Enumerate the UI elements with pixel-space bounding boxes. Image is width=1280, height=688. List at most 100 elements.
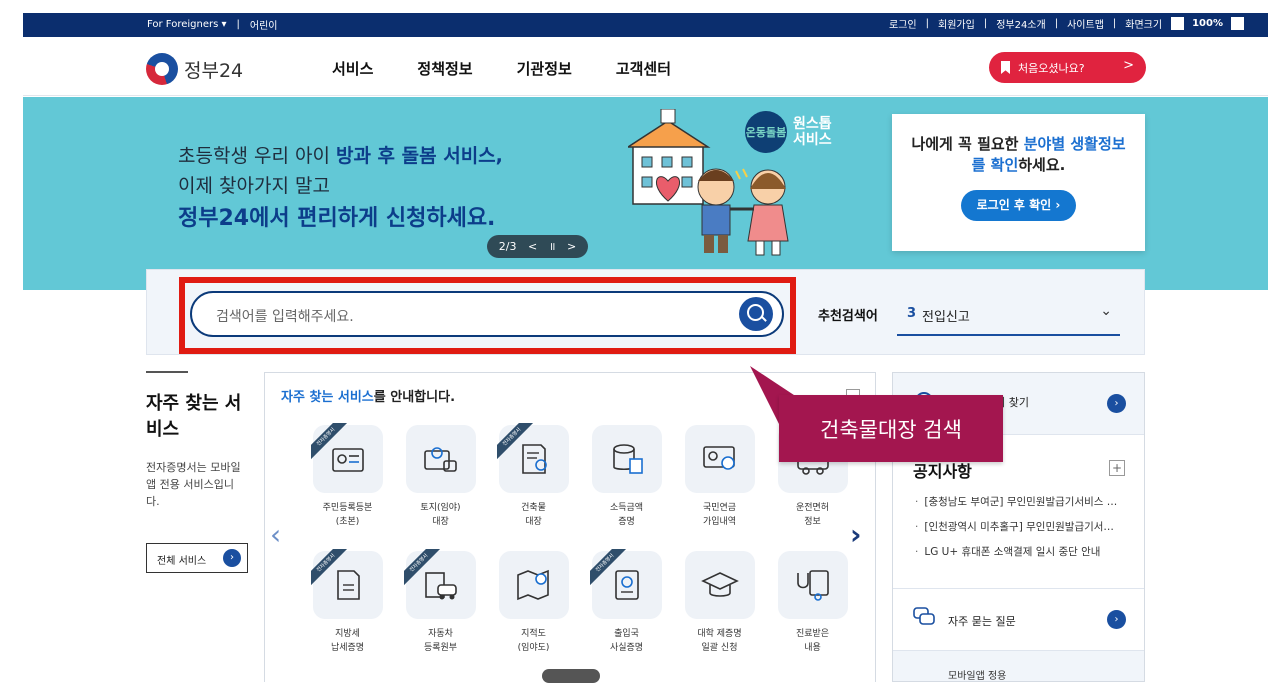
onestop-badge: 온동돌봄 원스톱 서비스 xyxy=(745,111,832,153)
service-tile[interactable]: 전자증명서 xyxy=(310,549,383,619)
divider: | xyxy=(236,19,240,30)
services-pager[interactable] xyxy=(542,669,600,683)
pager-count: 2/3 xyxy=(498,240,517,253)
pager-next-button[interactable]: > xyxy=(567,240,576,253)
service-tile[interactable] xyxy=(777,551,848,619)
service-label: 지적도 (임야도) xyxy=(517,629,550,653)
recommend-label: 추천검색어 xyxy=(818,309,878,324)
pager-pause-button[interactable]: ॥ xyxy=(549,239,556,254)
section-accent-line xyxy=(146,371,188,373)
service-item[interactable]: 전자증명서자동차 등록원부 xyxy=(394,549,487,669)
service-tile[interactable] xyxy=(684,551,755,619)
services-title: 자주 찾는 서비스를 안내합니다. xyxy=(281,386,455,405)
service-item[interactable]: 토지(임야) 대장 xyxy=(394,425,487,543)
chevron-down-icon: ⌄ xyxy=(1100,303,1112,319)
all-services-button[interactable]: 전체 서비스 › xyxy=(146,543,248,573)
service-label: 국민연금 가입내역 xyxy=(702,503,737,527)
logo-text: 정부24 xyxy=(184,59,244,82)
taeguk-logo-icon xyxy=(146,53,178,85)
service-item[interactable]: 전자증명서 출입국 사실증명 xyxy=(580,549,673,669)
e-certificate-ribbon: 전자증명서 xyxy=(589,549,630,589)
service-tile[interactable]: 전자증명서 xyxy=(310,423,383,493)
highlight-frame xyxy=(179,277,796,354)
mobile-app-link[interactable]: 모바일앱 정용 xyxy=(893,650,1144,682)
land-map-icon xyxy=(423,447,457,472)
kids-link[interactable]: 어린이 xyxy=(250,17,278,32)
recommend-keyword: 전입신고 xyxy=(922,310,970,325)
notice-item[interactable]: [인천광역시 미추홀구] 무인민원발급기서… xyxy=(913,519,1128,544)
signup-link[interactable]: 회원가입 xyxy=(938,16,975,31)
coins-doc-icon xyxy=(612,444,643,474)
services-grid: 전자증명서 주민등록등본 (초본) 토지(임야) 대장 전자증명서 건축물 대장 소득금액… xyxy=(301,423,861,669)
zoom-control: - 100% + xyxy=(1171,17,1244,30)
notice-item[interactable]: LG U+ 휴대폰 소액결제 일시 중단 안내 xyxy=(913,544,1128,569)
first-visit-button[interactable]: 처음오셨나요? > xyxy=(989,52,1146,83)
e-certificate-ribbon-label: 전자증명서 xyxy=(310,549,350,588)
login-link[interactable]: 로그인 xyxy=(889,16,917,31)
hero-line-1-text: 초등학생 우리 아이 xyxy=(178,145,336,167)
services-title-highlight: 자주 찾는 서비스 xyxy=(281,390,374,405)
service-tile[interactable] xyxy=(405,425,476,493)
login-check-button[interactable]: 로그인 후 확인 › xyxy=(961,190,1076,221)
onestop-line-2: 서비스 xyxy=(793,132,832,148)
hero-line-1-highlight: 방과 후 돌봄 서비스, xyxy=(335,145,503,167)
e-certificate-ribbon: 전자증명서 xyxy=(310,549,351,589)
zoom-value: 100% xyxy=(1192,18,1223,29)
nav-policy[interactable]: 정책정보 xyxy=(417,58,472,79)
faq-link[interactable]: 자주 묻는 질문 › xyxy=(893,588,1144,650)
recommend-keyword-select[interactable]: 3 전입신고 ⌄ xyxy=(897,296,1120,336)
life-info-text-2: 하세요. xyxy=(1018,156,1066,174)
service-item[interactable]: 대학 제증명 일괄 신청 xyxy=(673,551,766,669)
service-label: 자동차 등록원부 xyxy=(423,629,458,653)
e-certificate-ribbon-label: 전자증명서 xyxy=(403,549,443,588)
e-certificate-ribbon: 전자증명서 xyxy=(496,423,537,463)
e-certificate-ribbon: 전자증명서 xyxy=(403,549,444,589)
service-item[interactable]: 진료받은 내용 xyxy=(766,551,859,669)
nav-customer-center[interactable]: 고객센터 xyxy=(616,58,671,79)
hero-line-1: 초등학생 우리 아이 방과 후 돌봄 서비스, xyxy=(178,141,503,168)
service-item[interactable]: 전자증명서 주민등록등본 (초본) xyxy=(301,423,394,543)
notice-more-button[interactable]: + xyxy=(1109,460,1125,476)
frequent-services-title: 자주 찾는 서비스 xyxy=(146,393,242,440)
zoom-out-button[interactable]: - xyxy=(1171,17,1185,30)
hero-banner[interactable]: 초등학생 우리 아이 방과 후 돌봄 서비스, 이제 찾아가지 말고 정부24에… xyxy=(23,97,1268,290)
service-item[interactable]: 소득금액 증명 xyxy=(580,425,673,543)
service-tile[interactable] xyxy=(498,551,569,619)
arrow-right-icon: › xyxy=(1107,394,1126,413)
sitemap-link[interactable]: 사이트맵 xyxy=(1067,16,1104,31)
nav-agency[interactable]: 기관정보 xyxy=(517,58,572,79)
cadastral-map-icon xyxy=(516,569,549,601)
service-label: 대학 제증명 일괄 신청 xyxy=(697,629,742,653)
service-item[interactable]: 지적도 (임야도) xyxy=(487,551,580,669)
service-item[interactable]: 국민연금 가입내역 xyxy=(673,425,766,543)
service-tile[interactable]: 전자증명서 xyxy=(496,423,569,493)
divider: | xyxy=(1054,18,1059,29)
service-item[interactable]: 전자증명서 지방세 납세증명 xyxy=(301,549,394,669)
e-certificate-ribbon-label: 전자증명서 xyxy=(496,423,536,462)
service-tile[interactable] xyxy=(591,425,662,493)
intro-link[interactable]: 정부24소개 xyxy=(996,16,1046,31)
pager-prev-button[interactable]: < xyxy=(528,240,537,253)
life-info-text-1: 나에게 꼭 필요한 xyxy=(911,135,1024,153)
notice-item[interactable]: [충청남도 부여군] 무인민원발급기서비스 … xyxy=(913,494,1128,519)
zoom-in-button[interactable]: + xyxy=(1231,17,1244,30)
life-info-highlight-1: 분야별 생활정보 xyxy=(1023,135,1126,153)
service-tile[interactable]: 전자증명서 xyxy=(403,549,476,619)
services-prev-button[interactable]: ‹ xyxy=(270,518,281,551)
mobile-app-label: 모바일앱 정용 xyxy=(948,671,1007,682)
service-tile[interactable]: 전자증명서 xyxy=(589,549,662,619)
annotation-callout: 건축물대장 검색 xyxy=(779,395,1003,462)
service-tile[interactable] xyxy=(684,425,755,493)
zoom-label: 화면크기 xyxy=(1125,20,1163,31)
gov24-logo[interactable]: 정부24 xyxy=(146,53,243,85)
services-next-button[interactable]: › xyxy=(850,518,862,551)
onestop-text: 원스톱 서비스 xyxy=(793,116,832,148)
service-item[interactable]: 전자증명서 건축물 대장 xyxy=(487,423,580,543)
nav-service[interactable]: 서비스 xyxy=(332,58,373,79)
main-nav: 서비스 정책정보 기관정보 고객센터 xyxy=(332,58,671,79)
e-certificate-ribbon-label: 전자증명서 xyxy=(310,423,350,462)
for-foreigners-link[interactable]: For Foreigners ▾ xyxy=(147,19,227,30)
notice-list: [충청남도 부여군] 무인민원발급기서비스 … [인천광역시 미추홀구] 무인민… xyxy=(913,494,1128,569)
pension-icon xyxy=(702,446,735,470)
arrow-right-icon: › xyxy=(223,549,241,567)
